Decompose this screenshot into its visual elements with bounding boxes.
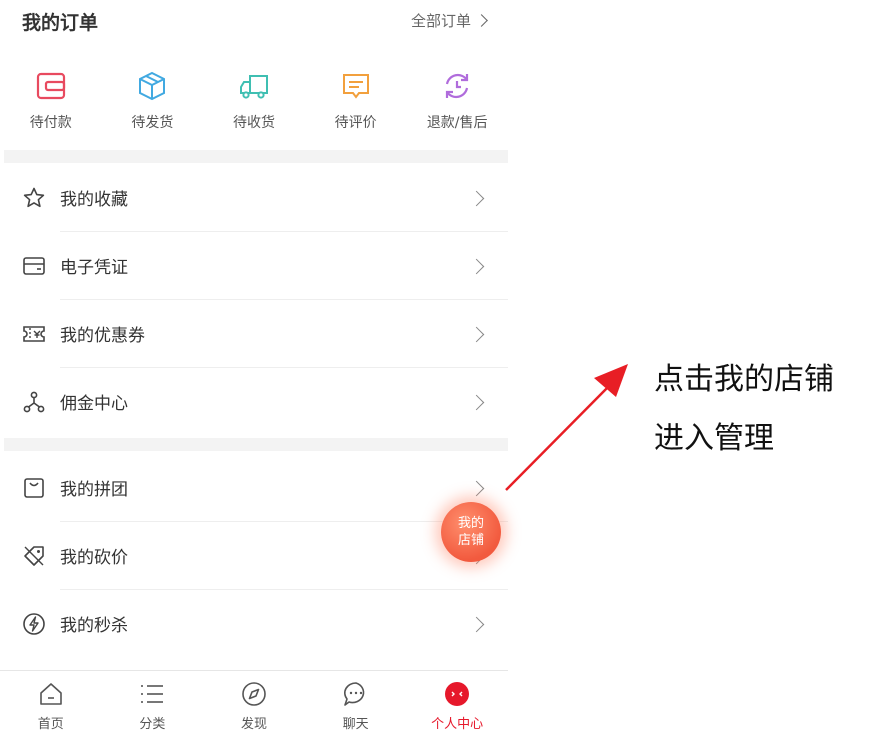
annotation-line-2: 进入管理	[654, 421, 774, 456]
annotation-line-1: 点击我的店铺	[654, 362, 834, 397]
